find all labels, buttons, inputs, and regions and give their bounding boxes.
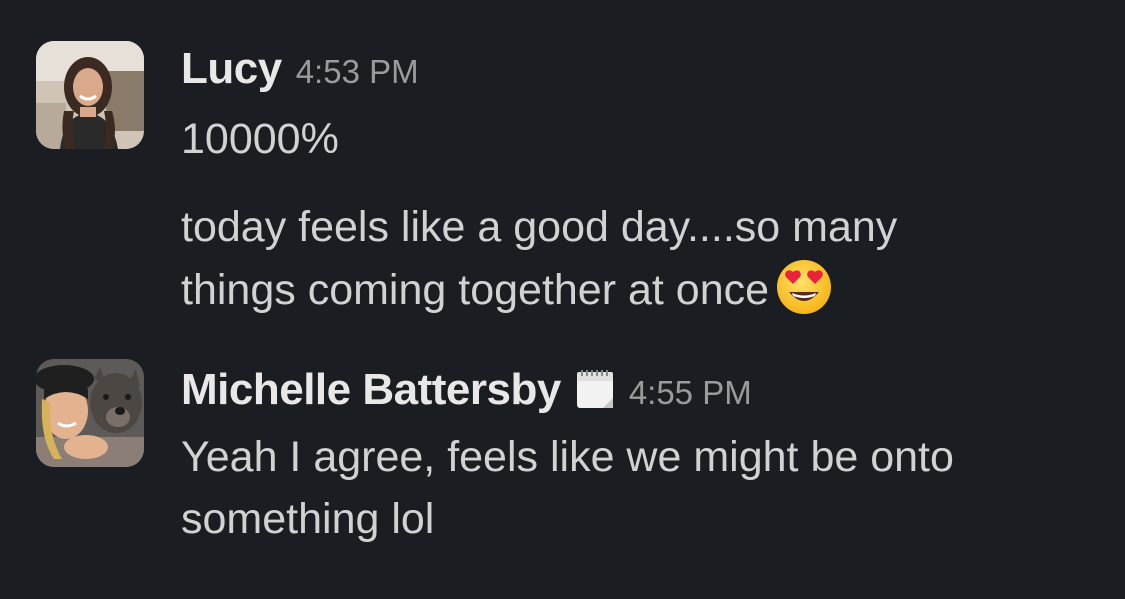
- message-text: today feels like a good day....so many t…: [181, 196, 1101, 321]
- message-line: something lol: [181, 495, 435, 543]
- message-header: Michelle Battersby 4:55 PM: [181, 362, 752, 418]
- message-header: Lucy 4:53 PM: [181, 44, 419, 100]
- avatar-lucy[interactable]: [36, 41, 144, 149]
- message-text: Yeah I agree, feels like we might be ont…: [181, 426, 1101, 550]
- message-line: today feels like a good day....so many: [181, 203, 898, 251]
- avatar-michelle[interactable]: [36, 359, 144, 467]
- message-list: Lucy 4:53 PM 10000% today feels like a g…: [0, 0, 1125, 599]
- author-name[interactable]: Lucy: [181, 44, 282, 94]
- timestamp[interactable]: 4:55 PM: [629, 374, 752, 412]
- message-text: 10000%: [181, 108, 1101, 170]
- message-line-with-emoji: things coming together at once: [181, 258, 1101, 321]
- avatar-photo-icon: [36, 41, 144, 149]
- message-line: 10000%: [181, 115, 339, 163]
- message-line: things coming together at once: [181, 266, 770, 314]
- message-line: Yeah I agree, feels like we might be ont…: [181, 433, 954, 481]
- heart-eyes-emoji-icon: [775, 258, 833, 316]
- timestamp[interactable]: 4:53 PM: [296, 53, 419, 91]
- author-name[interactable]: Michelle Battersby: [181, 365, 561, 415]
- calendar-icon[interactable]: [575, 368, 615, 410]
- avatar-photo-icon: [36, 359, 144, 467]
